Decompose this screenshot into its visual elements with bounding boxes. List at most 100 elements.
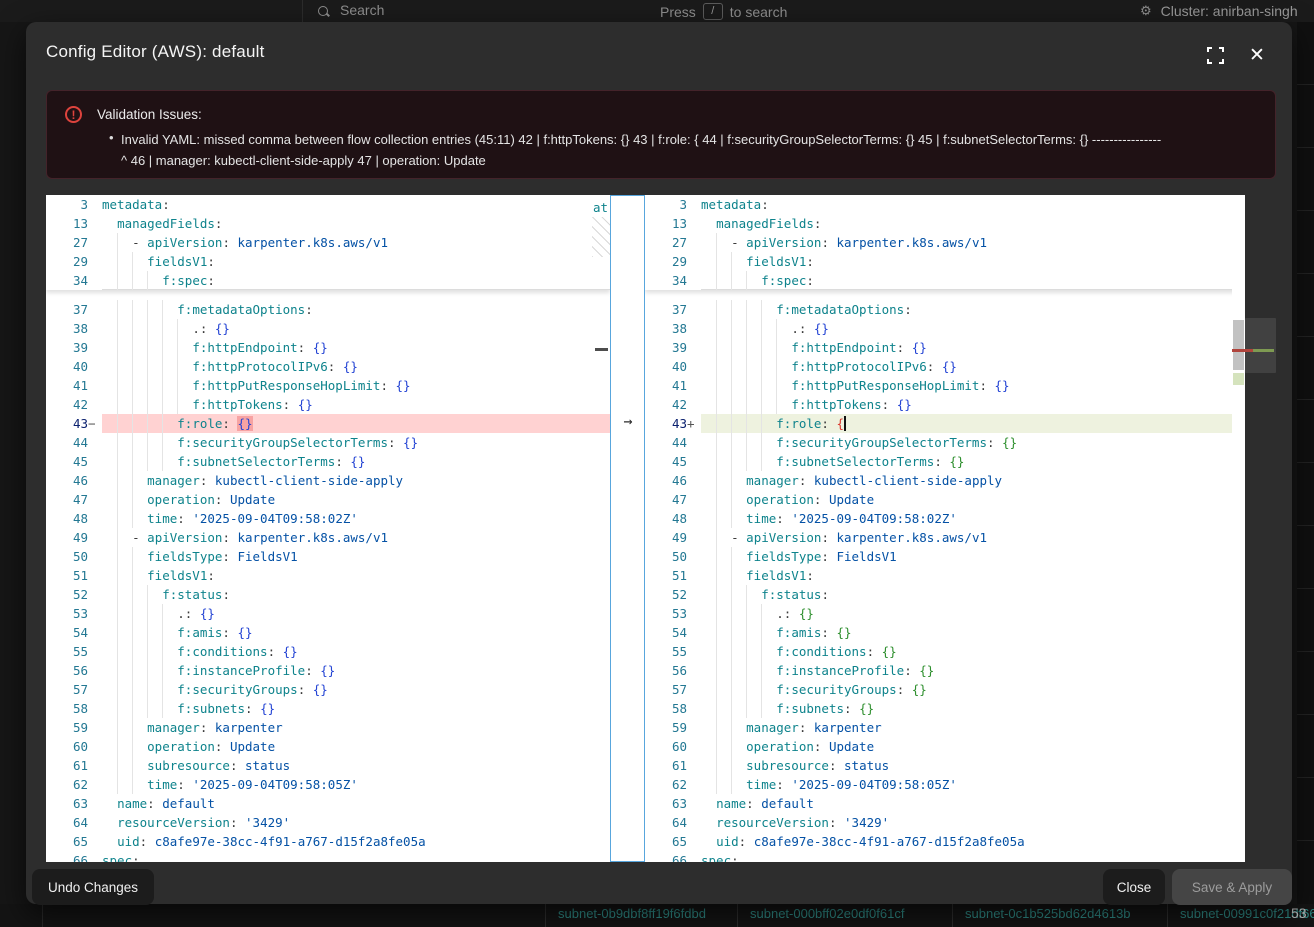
code-line-52[interactable]: 52 f:status: bbox=[645, 585, 1245, 604]
code-text: f:conditions: {} bbox=[102, 642, 610, 661]
code-line-46[interactable]: 46 manager: kubectl-client-side-apply bbox=[645, 471, 1245, 490]
code-line-66[interactable]: 66spec: bbox=[46, 851, 610, 862]
code-line-40[interactable]: 40 f:httpProtocolIPv6: {} bbox=[46, 357, 610, 376]
code-line-39[interactable]: 39 f:httpEndpoint: {} bbox=[46, 338, 610, 357]
code-line-54[interactable]: 54 f:amis: {} bbox=[46, 623, 610, 642]
code-line-50[interactable]: 50 fieldsType: FieldsV1 bbox=[46, 547, 610, 566]
code-line-45[interactable]: 45 f:subnetSelectorTerms: {} bbox=[645, 452, 1245, 471]
code-text: - apiVersion: karpenter.k8s.aws/v1 bbox=[102, 528, 610, 547]
code-line-61[interactable]: 61 subresource: status bbox=[645, 756, 1245, 775]
code-line-48[interactable]: 48 time: '2025-09-04T09:58:02Z' bbox=[46, 509, 610, 528]
code-line-29[interactable]: 29 fieldsV1: bbox=[46, 252, 610, 271]
code-line-38[interactable]: 38 .: {} bbox=[645, 319, 1245, 338]
bullet: • bbox=[109, 130, 114, 145]
code-line-43[interactable]: 43+ f:role: { bbox=[645, 414, 1245, 433]
code-line-64[interactable]: 64 resourceVersion: '3429' bbox=[46, 813, 610, 832]
code-line-59[interactable]: 59 manager: karpenter bbox=[46, 718, 610, 737]
code-line-39[interactable]: 39 f:httpEndpoint: {} bbox=[645, 338, 1245, 357]
code-line-48[interactable]: 48 time: '2025-09-04T09:58:02Z' bbox=[645, 509, 1245, 528]
code-line-63[interactable]: 63 name: default bbox=[645, 794, 1245, 813]
diff-pane-original[interactable]: 3metadata:13 managedFields:27 - apiVersi… bbox=[46, 195, 610, 862]
code-line-41[interactable]: 41 f:httpPutResponseHopLimit: {} bbox=[645, 376, 1245, 395]
apply-change-arrow-button[interactable]: → bbox=[618, 412, 638, 431]
global-search-input[interactable]: Search bbox=[318, 2, 384, 18]
code-line-42[interactable]: 42 f:httpTokens: {} bbox=[46, 395, 610, 414]
code-line-58[interactable]: 58 f:subnets: {} bbox=[46, 699, 610, 718]
code-line-49[interactable]: 49 - apiVersion: karpenter.k8s.aws/v1 bbox=[645, 528, 1245, 547]
code-line-3[interactable]: 3metadata: bbox=[645, 195, 1245, 214]
line-number: 63 bbox=[645, 794, 701, 813]
close-footer-button[interactable]: Close bbox=[1103, 869, 1165, 905]
code-line-41[interactable]: 41 f:httpPutResponseHopLimit: {} bbox=[46, 376, 610, 395]
code-line-55[interactable]: 55 f:conditions: {} bbox=[46, 642, 610, 661]
code-line-53[interactable]: 53 .: {} bbox=[46, 604, 610, 623]
code-line-38[interactable]: 38 .: {} bbox=[46, 319, 610, 338]
diff-pane-modified[interactable]: 3metadata:13 managedFields:27 - apiVersi… bbox=[645, 195, 1245, 862]
code-line-51[interactable]: 51 fieldsV1: bbox=[46, 566, 610, 585]
code-line-27[interactable]: 27 - apiVersion: karpenter.k8s.aws/v1 bbox=[645, 233, 1245, 252]
code-line-59[interactable]: 59 manager: karpenter bbox=[645, 718, 1245, 737]
hidden-region-hatch bbox=[592, 217, 610, 257]
code-text: fieldsType: FieldsV1 bbox=[102, 547, 610, 566]
code-line-55[interactable]: 55 f:conditions: {} bbox=[645, 642, 1245, 661]
code-line-44[interactable]: 44 f:securityGroupSelectorTerms: {} bbox=[645, 433, 1245, 452]
code-line-56[interactable]: 56 f:instanceProfile: {} bbox=[46, 661, 610, 680]
code-line-44[interactable]: 44 f:securityGroupSelectorTerms: {} bbox=[46, 433, 610, 452]
code-line-47[interactable]: 47 operation: Update bbox=[645, 490, 1245, 509]
code-line-49[interactable]: 49 - apiVersion: karpenter.k8s.aws/v1 bbox=[46, 528, 610, 547]
code-line-61[interactable]: 61 subresource: status bbox=[46, 756, 610, 775]
code-line-51[interactable]: 51 fieldsV1: bbox=[645, 566, 1245, 585]
code-line-37[interactable]: 37 f:metadataOptions: bbox=[46, 300, 610, 319]
fullscreen-button[interactable] bbox=[1202, 42, 1228, 68]
code-line-57[interactable]: 57 f:securityGroups: {} bbox=[645, 680, 1245, 699]
cluster-selector[interactable]: ⚙ Cluster: anirban-singh bbox=[1140, 3, 1298, 19]
line-number: 13 bbox=[46, 214, 102, 233]
code-line-60[interactable]: 60 operation: Update bbox=[46, 737, 610, 756]
code-line-54[interactable]: 54 f:amis: {} bbox=[645, 623, 1245, 642]
code-line-34[interactable]: 34 f:spec: bbox=[645, 271, 1245, 290]
code-text: f:metadataOptions: bbox=[102, 300, 610, 319]
code-line-3[interactable]: 3metadata: bbox=[46, 195, 610, 214]
overview-mark-right bbox=[1232, 349, 1274, 352]
code-line-56[interactable]: 56 f:instanceProfile: {} bbox=[645, 661, 1245, 680]
code-text: f:httpTokens: {} bbox=[102, 395, 610, 414]
yaml-diff-editor[interactable]: 3metadata:13 managedFields:27 - apiVersi… bbox=[46, 195, 1245, 862]
code-line-64[interactable]: 64 resourceVersion: '3429' bbox=[645, 813, 1245, 832]
code-line-37[interactable]: 37 f:metadataOptions: bbox=[645, 300, 1245, 319]
close-button[interactable]: ✕ bbox=[1244, 42, 1270, 68]
code-line-42[interactable]: 42 f:httpTokens: {} bbox=[645, 395, 1245, 414]
code-line-34[interactable]: 34 f:spec: bbox=[46, 271, 610, 290]
code-line-50[interactable]: 50 fieldsType: FieldsV1 bbox=[645, 547, 1245, 566]
code-line-65[interactable]: 65 uid: c8afe97e-38cc-4f91-a767-d15f2a8f… bbox=[645, 832, 1245, 851]
code-line-66[interactable]: 66spec: bbox=[645, 851, 1245, 862]
scrollbar-track[interactable] bbox=[1232, 195, 1245, 862]
code-text: f:role: {} bbox=[102, 414, 610, 433]
code-line-60[interactable]: 60 operation: Update bbox=[645, 737, 1245, 756]
code-line-43[interactable]: 43− f:role: {} bbox=[46, 414, 610, 433]
code-line-53[interactable]: 53 .: {} bbox=[645, 604, 1245, 623]
code-line-13[interactable]: 13 managedFields: bbox=[645, 214, 1245, 233]
code-line-13[interactable]: 13 managedFields: bbox=[46, 214, 610, 233]
code-line-58[interactable]: 58 f:subnets: {} bbox=[645, 699, 1245, 718]
code-line-52[interactable]: 52 f:status: bbox=[46, 585, 610, 604]
code-line-47[interactable]: 47 operation: Update bbox=[46, 490, 610, 509]
code-line-29[interactable]: 29 fieldsV1: bbox=[645, 252, 1245, 271]
code-text: spec: bbox=[701, 851, 1245, 862]
code-line-40[interactable]: 40 f:httpProtocolIPv6: {} bbox=[645, 357, 1245, 376]
code-line-46[interactable]: 46 manager: kubectl-client-side-apply bbox=[46, 471, 610, 490]
code-line-63[interactable]: 63 name: default bbox=[46, 794, 610, 813]
code-line-27[interactable]: 27 - apiVersion: karpenter.k8s.aws/v1 bbox=[46, 233, 610, 252]
save-apply-button[interactable]: Save & Apply bbox=[1172, 869, 1292, 905]
line-number: 46 bbox=[645, 471, 701, 490]
code-line-62[interactable]: 62 time: '2025-09-04T09:58:05Z' bbox=[46, 775, 610, 794]
minimap-slider[interactable] bbox=[1245, 318, 1276, 373]
code-line-65[interactable]: 65 uid: c8afe97e-38cc-4f91-a767-d15f2a8f… bbox=[46, 832, 610, 851]
code-line-57[interactable]: 57 f:securityGroups: {} bbox=[46, 680, 610, 699]
validation-heading: Validation Issues: bbox=[97, 107, 202, 122]
code-text: f:subnetSelectorTerms: {} bbox=[102, 452, 610, 471]
code-text: f:subnets: {} bbox=[102, 699, 610, 718]
code-line-62[interactable]: 62 time: '2025-09-04T09:58:05Z' bbox=[645, 775, 1245, 794]
scrollbar-thumb[interactable] bbox=[1233, 320, 1244, 370]
code-line-45[interactable]: 45 f:subnetSelectorTerms: {} bbox=[46, 452, 610, 471]
undo-changes-button[interactable]: Undo Changes bbox=[32, 869, 154, 905]
